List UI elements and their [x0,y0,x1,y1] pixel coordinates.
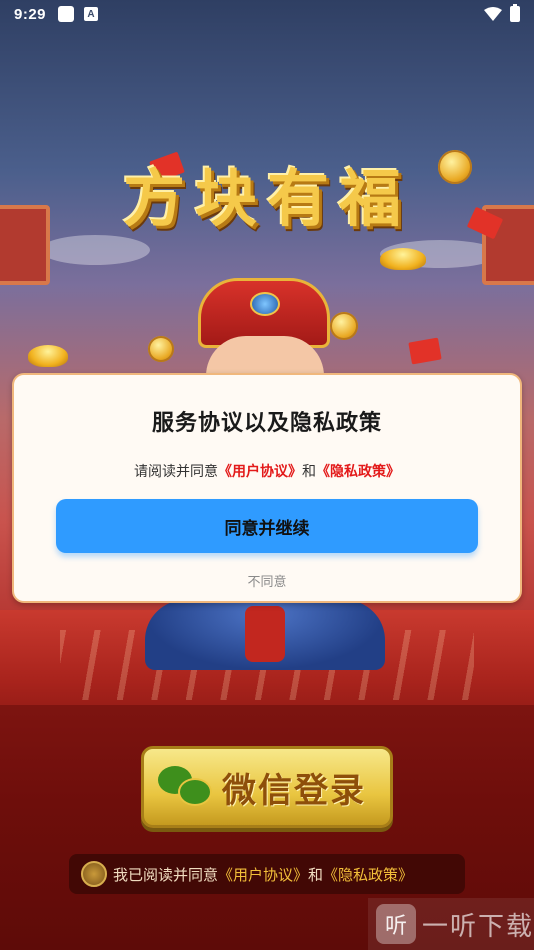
dialog-message: 请阅读并同意《用户协议》和《隐私政策》 [134,461,400,481]
dialog-privacy-policy-link[interactable]: 《隐私政策》 [316,464,400,480]
agree-continue-button[interactable]: 同意并继续 [56,499,478,553]
decline-button[interactable]: 不同意 [247,571,286,590]
dialog-text-prefix: 请阅读并同意 [134,464,218,480]
dialog-user-agreement-link[interactable]: 《用户协议》 [218,464,302,480]
dialog-title: 服务协议以及隐私政策 [151,411,382,436]
privacy-dialog: 服务协议以及隐私政策 请阅读并同意《用户协议》和《隐私政策》 同意并继续 不同意 [12,373,522,603]
dialog-and: 和 [302,464,316,480]
